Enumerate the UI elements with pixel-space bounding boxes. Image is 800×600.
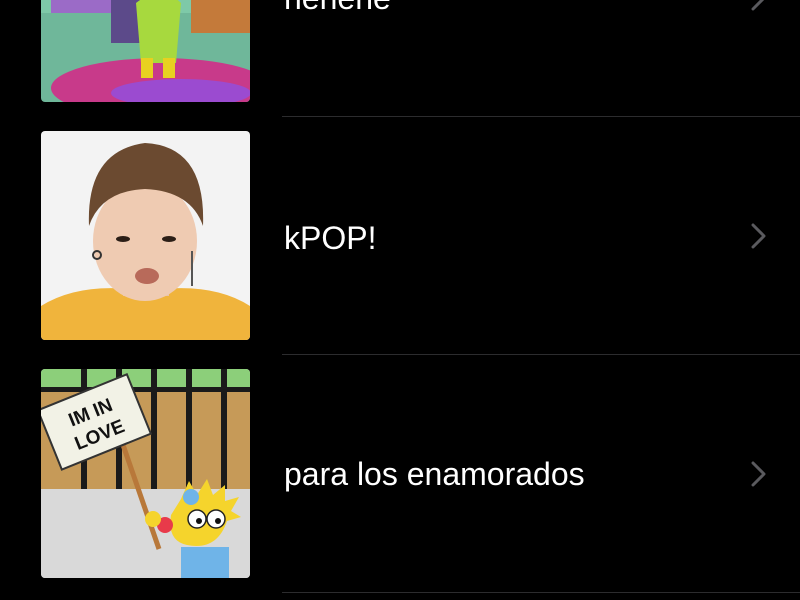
list-item[interactable]: hehehe	[0, 0, 800, 117]
cartoon-baby-im-in-love-sign-thumbnail: IM IN LOVE	[41, 369, 250, 578]
list-item-label: kPOP!	[284, 220, 377, 256]
list-item-label: para los enamorados	[284, 456, 585, 492]
list-item[interactable]: IM IN LOVE para los enamorados	[0, 340, 800, 593]
chevron-right-icon	[748, 221, 770, 251]
list-item[interactable]: kPOP!	[0, 102, 800, 355]
chevron-right-icon	[748, 459, 770, 489]
cartoon-dancing-character-thumbnail	[41, 0, 250, 102]
chevron-right-icon	[748, 0, 770, 13]
list-item-label: hehehe	[284, 0, 391, 18]
kpop-singer-face-thumbnail	[41, 131, 250, 340]
row-separator	[282, 592, 800, 593]
sticker-pack-list: hehehe kPOP!	[0, 0, 800, 600]
